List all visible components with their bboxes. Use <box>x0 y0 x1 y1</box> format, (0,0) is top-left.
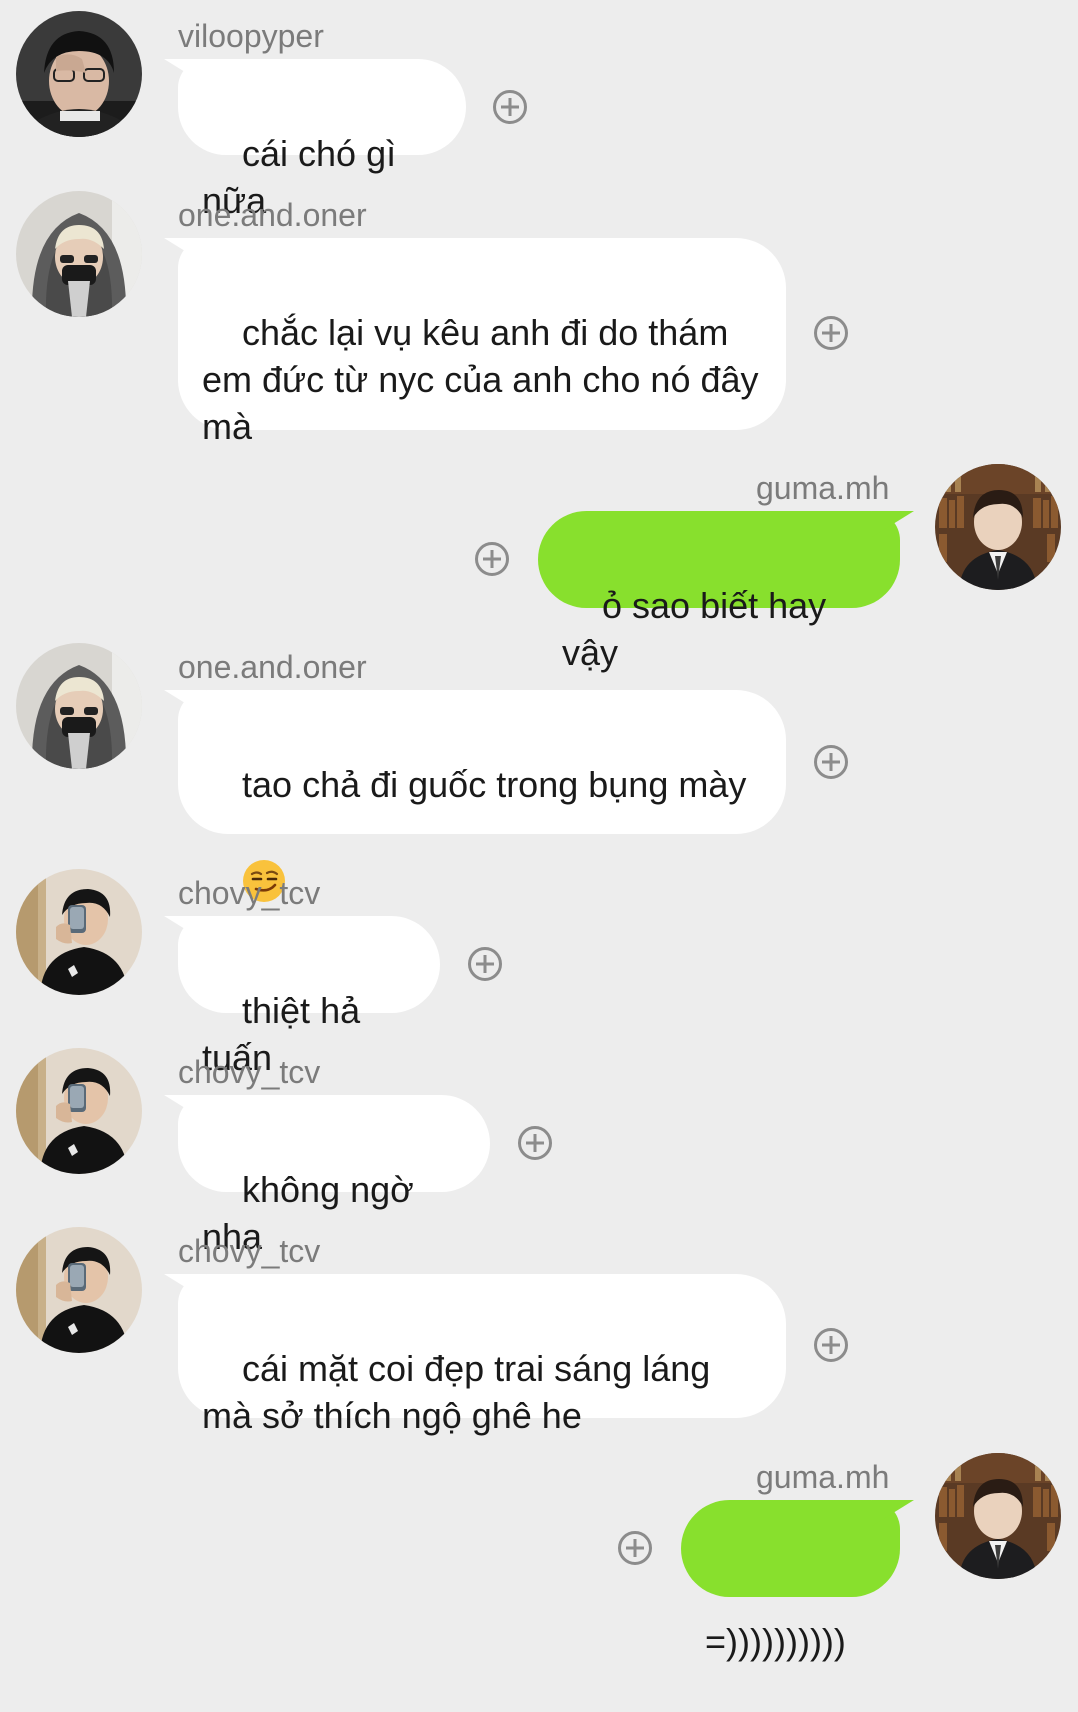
add-reaction-icon[interactable] <box>814 745 848 779</box>
avatar[interactable] <box>16 869 142 995</box>
username: guma.mh <box>756 470 890 506</box>
guma-avatar <box>935 464 1061 590</box>
message-bubble[interactable]: ỏ sao biết hay vậy <box>538 511 900 673</box>
message-text: tao chả đi guốc trong bụng mày <box>242 764 747 805</box>
message-bubble[interactable]: =)))))))))) <box>681 1500 900 1662</box>
username: one.and.oner <box>178 197 367 233</box>
message-bubble[interactable]: cái chó gì nữa <box>178 59 466 221</box>
avatar[interactable] <box>16 11 142 137</box>
message-bubble[interactable]: không ngờ nha <box>178 1095 490 1257</box>
message-bubble[interactable]: chắc lại vụ kêu anh đi do thám em đức từ… <box>178 238 786 447</box>
message-bubble[interactable]: cái mặt coi đẹp trai sáng láng mà sở thí… <box>178 1274 786 1436</box>
chovy-avatar <box>16 1227 142 1353</box>
username: one.and.oner <box>178 649 367 685</box>
add-reaction-icon[interactable] <box>814 1328 848 1362</box>
avatar[interactable] <box>16 191 142 317</box>
message-bubble[interactable]: tao chả đi guốc trong bụng mày <box>178 690 786 903</box>
message-bubble[interactable]: thiệt hả tuấn <box>178 916 440 1078</box>
add-reaction-icon[interactable] <box>493 90 527 124</box>
avatar[interactable] <box>16 1227 142 1353</box>
oner-avatar <box>16 191 142 317</box>
message-text: =)))))))))) <box>705 1621 846 1662</box>
message-text: chắc lại vụ kêu anh đi do thám em đức từ… <box>202 312 769 447</box>
username: chovy_tcv <box>178 1233 321 1269</box>
add-reaction-icon[interactable] <box>618 1531 652 1565</box>
chovy-avatar <box>16 1048 142 1174</box>
guma-avatar <box>935 1453 1061 1579</box>
username: guma.mh <box>756 1459 890 1495</box>
oner-avatar <box>16 643 142 769</box>
username: chovy_tcv <box>178 1054 321 1090</box>
add-reaction-icon[interactable] <box>518 1126 552 1160</box>
username: chovy_tcv <box>178 875 321 911</box>
avatar[interactable] <box>935 464 1061 590</box>
username: viloopyper <box>178 18 324 54</box>
avatar[interactable] <box>16 1048 142 1174</box>
add-reaction-icon[interactable] <box>468 947 502 981</box>
avatar[interactable] <box>16 643 142 769</box>
message-text: cái mặt coi đẹp trai sáng láng mà sở thí… <box>202 1348 721 1436</box>
message-text: ỏ sao biết hay vậy <box>562 585 837 673</box>
add-reaction-icon[interactable] <box>814 316 848 350</box>
chovy-avatar <box>16 869 142 995</box>
viloopyper-avatar <box>16 11 142 137</box>
avatar[interactable] <box>935 1453 1061 1579</box>
add-reaction-icon[interactable] <box>475 542 509 576</box>
